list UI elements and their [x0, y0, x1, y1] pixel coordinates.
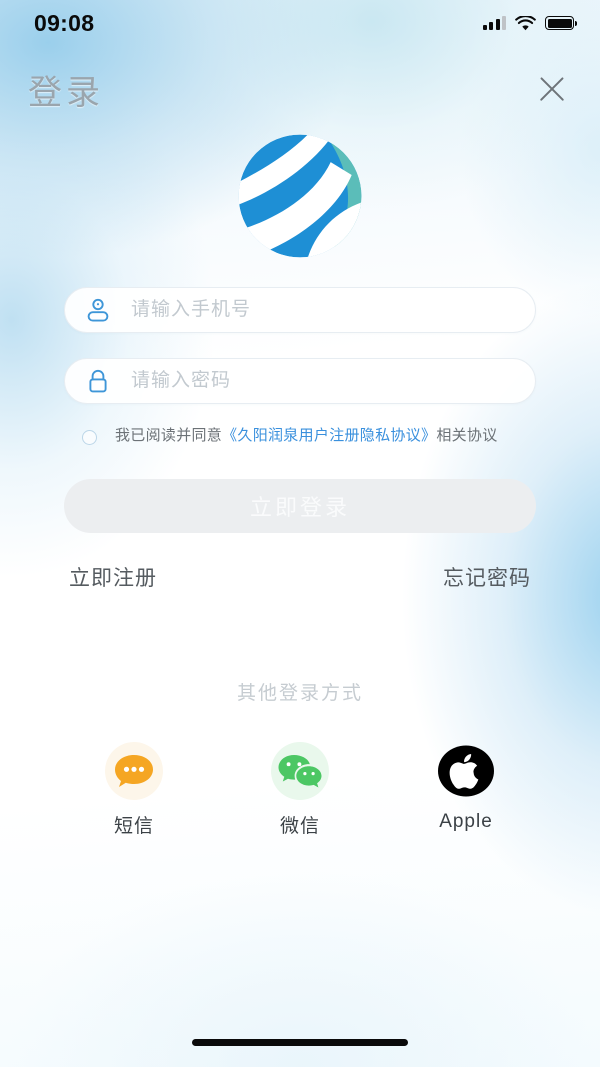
password-field[interactable]	[64, 358, 536, 404]
privacy-policy-link[interactable]: 《久阳润泉用户注册隐私协议》	[222, 427, 436, 444]
forgot-password-link[interactable]: 忘记密码	[443, 562, 531, 592]
status-time: 09:08	[34, 9, 95, 36]
register-link[interactable]: 立即注册	[69, 562, 157, 592]
social-login-list: 短信 微信 Apple	[0, 742, 600, 838]
apple-logo-icon	[437, 742, 495, 800]
login-button[interactable]: 立即登录	[64, 478, 536, 533]
page-title: 登录	[28, 73, 104, 112]
globe-logo-icon	[238, 134, 362, 258]
signal-bars-icon	[482, 16, 506, 30]
social-login-wechat[interactable]: 微信	[260, 742, 340, 838]
sms-bubble-icon	[105, 742, 163, 800]
battery-full-icon	[545, 16, 578, 30]
page-header: 登录	[0, 58, 600, 120]
social-login-wechat-label: 微信	[279, 816, 320, 837]
login-form: 我已阅读并同意《久阳润泉用户注册隐私协议》相关协议 立即登录 立即注册 忘记密码	[0, 287, 600, 592]
other-login-title: 其他登录方式	[236, 683, 363, 704]
radio-unchecked-icon[interactable]	[82, 430, 97, 445]
agreement-row: 我已阅读并同意《久阳润泉用户注册隐私协议》相关协议	[64, 425, 536, 447]
social-login-sms[interactable]: 短信	[94, 742, 174, 838]
agreement-suffix: 相关协议	[436, 427, 498, 444]
agreement-text: 我已阅读并同意《久阳润泉用户注册隐私协议》相关协议	[115, 425, 498, 447]
status-icons	[482, 15, 578, 31]
login-screen: 09:08 登录 请输入手机号 我已阅读并同意《久阳润泉用户注册隐私协议》相关协…	[0, 0, 600, 1067]
wifi-icon	[515, 15, 536, 30]
social-login-apple[interactable]: Apple	[426, 742, 506, 838]
home-indicator-bar[interactable]	[192, 1039, 408, 1046]
phone-input[interactable]	[113, 299, 517, 321]
brand-logo	[0, 133, 600, 259]
user-icon	[83, 298, 113, 322]
status-bar: 09:08	[0, 0, 600, 46]
social-login-sms-label: 短信	[113, 816, 154, 837]
close-icon[interactable]	[530, 67, 574, 111]
lock-icon	[83, 369, 113, 393]
form-links: 立即注册 忘记密码	[64, 562, 536, 592]
agreement-prefix: 我已阅读并同意	[115, 427, 223, 444]
phone-field[interactable]	[64, 287, 536, 333]
social-login-apple-label: Apple	[439, 811, 493, 832]
wechat-icon	[271, 742, 329, 800]
password-input[interactable]	[113, 370, 517, 392]
